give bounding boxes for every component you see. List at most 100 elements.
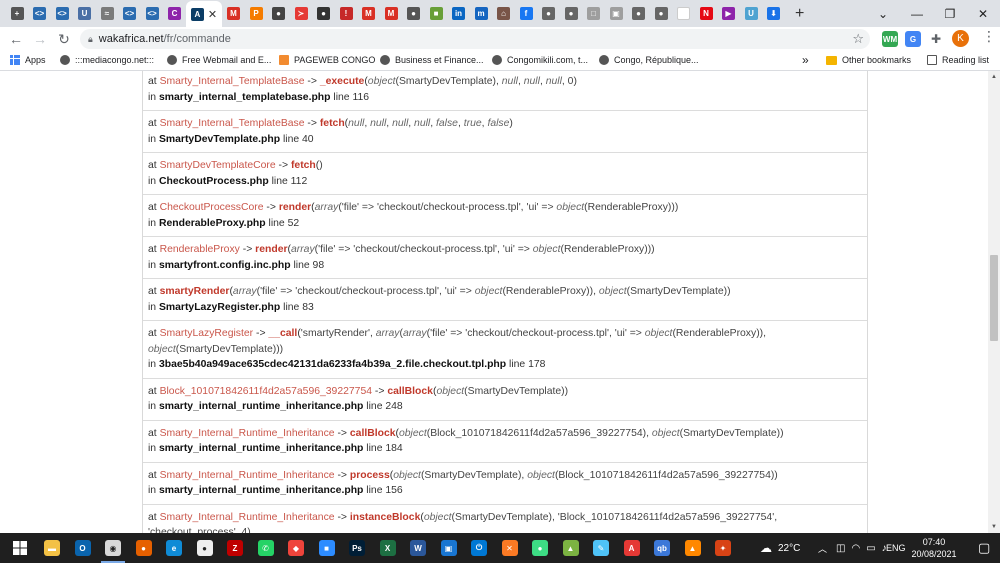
browser-tab-active[interactable]: A ✕ [186, 1, 222, 27]
notifications-icon[interactable]: ▢ [978, 533, 990, 563]
browser-tab[interactable]: P [245, 3, 267, 25]
browser-tab[interactable] [673, 3, 695, 25]
bookmark-congo-republique[interactable]: Congo, République... [599, 55, 699, 65]
profile-avatar[interactable]: K [952, 30, 969, 47]
xampp-icon[interactable]: ✕ [501, 540, 518, 556]
edge-icon[interactable]: e [166, 540, 182, 556]
browser-tab[interactable]: ● [560, 3, 582, 25]
close-window-icon[interactable]: ✕ [966, 0, 1000, 27]
lock-icon[interactable]: 🔒︎ [88, 34, 93, 45]
browser-tab[interactable]: M [380, 3, 402, 25]
extensions-puzzle-icon[interactable]: ✚ [928, 31, 944, 47]
capture-icon[interactable]: ▣ [440, 540, 457, 556]
firefox-icon[interactable]: ● [135, 540, 152, 556]
whatsapp-icon[interactable]: ✆ [257, 540, 274, 556]
new-tab-icon[interactable]: + [795, 5, 804, 23]
power-icon[interactable]: ⏻ [471, 540, 487, 556]
browser-tab[interactable]: N [695, 3, 717, 25]
browser-tab[interactable]: <> [29, 3, 51, 25]
extension-wm-icon[interactable]: WM [882, 31, 898, 47]
zoom-icon[interactable]: ■ [318, 540, 335, 556]
close-tab-icon[interactable]: ✕ [208, 8, 217, 21]
scroll-up-arrow-icon[interactable]: ▲ [988, 71, 1000, 83]
language-indicator[interactable]: ENG [886, 533, 906, 563]
filezilla-icon[interactable]: Z [227, 540, 243, 556]
bookmarks-overflow-icon[interactable]: » [802, 53, 809, 67]
browser-tab[interactable]: ≻ [290, 3, 312, 25]
browser-tab[interactable]: ! [335, 3, 357, 25]
weather-widget[interactable]: ☁ 22°C [760, 533, 800, 563]
address-bar[interactable]: 🔒︎ wakafrica.net/fr/commande ☆ [80, 29, 870, 49]
bookmark-business-finance[interactable]: Business et Finance... [380, 55, 484, 65]
wifi-icon[interactable]: ◠ [851, 543, 860, 554]
browser-tab[interactable]: ● [313, 3, 335, 25]
system-clock[interactable]: 07:40 20/08/2021 [904, 536, 964, 560]
bookmark-free-webmail[interactable]: Free Webmail and E... [167, 55, 271, 65]
browser-tab[interactable]: m [470, 3, 492, 25]
browser-tab[interactable]: ⬇ [763, 3, 785, 25]
scrollbar-thumb[interactable] [990, 255, 998, 341]
tray-chevron-icon[interactable]: ︿ [818, 533, 827, 563]
network-icon[interactable]: ◫ [836, 543, 845, 554]
bookmark-mediacongo[interactable]: :::mediacongo.net::: [60, 55, 154, 65]
browser-tab[interactable]: f [515, 3, 537, 25]
notes-icon[interactable]: ✎ [593, 540, 609, 556]
battery-icon[interactable]: ▭ [866, 543, 875, 554]
browser-tab[interactable]: + [6, 3, 28, 25]
browser-tab[interactable]: ▣ [605, 3, 627, 25]
browser-menu-icon[interactable]: ⋮ [982, 28, 996, 45]
qb-icon[interactable]: qb [654, 540, 670, 556]
reading-list[interactable]: Reading list [927, 55, 989, 65]
file-explorer-icon[interactable]: ▬ [44, 540, 60, 556]
bookmark-apps[interactable]: Apps [10, 55, 46, 65]
browser-tab[interactable]: C [164, 3, 186, 25]
tab-search-icon[interactable]: ⌄ [866, 0, 900, 27]
translate-icon[interactable]: G [905, 31, 921, 47]
word-icon[interactable]: W [410, 540, 426, 556]
excel-icon[interactable]: X [379, 540, 396, 556]
browser-tab[interactable]: ▶ [718, 3, 740, 25]
github-icon[interactable]: ● [196, 540, 213, 556]
bookmark-pageweb[interactable]: PAGEWEB CONGO [279, 55, 375, 65]
browser-tab[interactable]: U [74, 3, 96, 25]
browser-tab[interactable]: U [740, 3, 762, 25]
browser-tab[interactable]: ≈ [96, 3, 118, 25]
page-scrollbar[interactable]: ▲ ▼ [988, 71, 1000, 533]
tray-status-icons[interactable]: ◫ ◠ ▭ ♪ [836, 533, 887, 563]
outlook-icon[interactable]: O [74, 540, 91, 556]
windows-start-icon[interactable] [13, 541, 27, 555]
browser-tab[interactable]: M [223, 3, 245, 25]
photoshop-icon[interactable]: Ps [349, 540, 365, 556]
vlc-icon[interactable]: ▲ [684, 540, 701, 556]
minimize-icon[interactable]: — [900, 0, 934, 27]
scroll-down-arrow-icon[interactable]: ▼ [988, 521, 1000, 533]
browser-tab[interactable]: in [448, 3, 470, 25]
browser-tab[interactable]: ● [268, 3, 290, 25]
frame-class: Smarty_Internal_Runtime_Inheritance [159, 511, 335, 523]
browser-tab[interactable]: □ [583, 3, 605, 25]
tool-icon[interactable]: ✦ [715, 540, 731, 556]
browser-tab[interactable]: ● [403, 3, 425, 25]
browser-tab[interactable]: M [358, 3, 380, 25]
browser-tab[interactable]: <> [141, 3, 163, 25]
browser-tab[interactable]: ⌂ [493, 3, 515, 25]
gmail-icon: M [227, 7, 240, 20]
android-icon[interactable]: ● [532, 540, 548, 556]
chrome-icon[interactable]: ◉ [105, 540, 121, 556]
browser-tab[interactable]: ● [650, 3, 672, 25]
anydesk-icon[interactable]: ◆ [288, 540, 304, 556]
back-icon[interactable]: ← [3, 31, 29, 47]
bookmark-star-icon[interactable]: ☆ [852, 31, 864, 47]
image-icon[interactable]: ▲ [562, 540, 579, 556]
other-bookmarks[interactable]: Other bookmarks [826, 55, 911, 65]
browser-tab[interactable]: ● [538, 3, 560, 25]
maximize-icon[interactable]: ❐ [933, 0, 967, 27]
forward-icon[interactable]: → [27, 31, 53, 47]
reload-icon[interactable]: ↻ [51, 31, 77, 48]
browser-tab[interactable]: ■ [425, 3, 447, 25]
browser-tab[interactable]: ● [628, 3, 650, 25]
pdf-icon[interactable]: A [623, 540, 640, 556]
browser-tab[interactable]: <> [51, 3, 73, 25]
browser-tab[interactable]: <> [119, 3, 141, 25]
bookmark-congomikili[interactable]: Congomikili.com, t... [492, 55, 588, 65]
